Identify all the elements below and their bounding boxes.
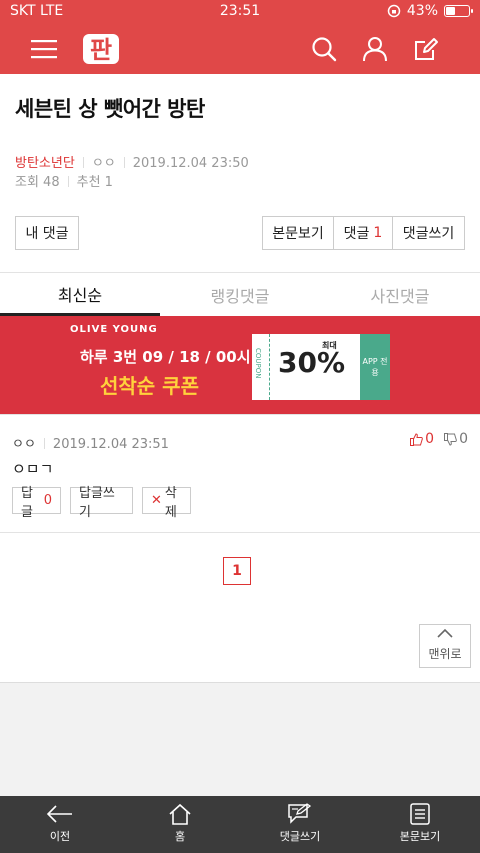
home-icon bbox=[169, 803, 191, 825]
post-title: 세븐틴 상 뺏어간 방탄 bbox=[15, 97, 205, 121]
ad-headline: 하루 3번 09 / 18 / 00시 ! bbox=[80, 348, 263, 366]
post-category[interactable]: 방탄소년단 bbox=[15, 156, 75, 171]
battery-icon bbox=[444, 5, 473, 17]
thumbs-up-icon bbox=[410, 432, 423, 446]
post-meta: 방탄소년단 ㅇㅇ 2019.12.04 23:50 bbox=[15, 152, 249, 171]
divider bbox=[0, 272, 480, 273]
search-icon bbox=[312, 37, 337, 62]
coupon-graphic: COUPON 최대 30% APP 전용 bbox=[252, 334, 390, 400]
comment-author: ㅇㅇ bbox=[12, 437, 36, 452]
comment-datetime: 2019.12.04 23:51 bbox=[52, 437, 169, 452]
nav-back[interactable]: 이전 bbox=[0, 796, 120, 853]
status-right: 43% bbox=[387, 3, 473, 19]
comment-tabs: 최신순 랭킹댓글 사진댓글 bbox=[0, 274, 480, 316]
tab-photo[interactable]: 사진댓글 bbox=[320, 274, 480, 316]
search-button[interactable] bbox=[304, 24, 344, 74]
logo-text: 판 bbox=[90, 36, 112, 64]
app-header: 판 bbox=[0, 24, 480, 74]
comments-count: 1 bbox=[373, 225, 383, 241]
chevron-up-icon bbox=[420, 625, 470, 645]
post-stats: 조회 48 추천 1 bbox=[15, 171, 113, 190]
comment-votes: 0 0 bbox=[410, 431, 468, 447]
like-button[interactable]: 0 bbox=[410, 431, 434, 447]
reply-count: 0 bbox=[43, 493, 52, 508]
to-top-button[interactable]: 맨위로 bbox=[419, 624, 471, 668]
post-recommends: 추천 1 bbox=[76, 175, 113, 190]
comment-meta: ㅇㅇ 2019.12.04 23:51 bbox=[12, 433, 169, 452]
menu-icon bbox=[31, 40, 57, 59]
post-datetime: 2019.12.04 23:50 bbox=[132, 156, 249, 171]
my-comments-button[interactable]: 내 댓글 bbox=[15, 216, 79, 250]
page-number-current[interactable]: 1 bbox=[223, 557, 251, 585]
reply-button[interactable]: 답글 0 bbox=[12, 486, 61, 520]
back-arrow-icon bbox=[46, 805, 72, 823]
my-page-button[interactable] bbox=[355, 24, 395, 74]
nav-write-comment[interactable]: 댓글쓰기 bbox=[240, 796, 360, 853]
ad-brand: OLIVE YOUNG bbox=[70, 324, 158, 335]
ad-banner[interactable]: OLIVE YOUNG 하루 3번 09 / 18 / 00시 ! 선착순 쿠폰… bbox=[0, 316, 480, 414]
comment-write-icon bbox=[288, 803, 312, 824]
tab-ranking[interactable]: 랭킹댓글 bbox=[160, 274, 320, 316]
post-views: 조회 48 bbox=[15, 175, 60, 190]
rotation-lock-icon bbox=[387, 4, 401, 18]
nav-home[interactable]: 홈 bbox=[120, 796, 240, 853]
nav-view-post[interactable]: 본문보기 bbox=[360, 796, 480, 853]
write-comment-button[interactable]: 댓글쓰기 bbox=[392, 216, 465, 250]
battery-percent: 43% bbox=[406, 3, 438, 19]
footer-area bbox=[0, 682, 480, 796]
write-reply-button[interactable]: 답글쓰기 bbox=[70, 486, 133, 520]
close-icon: ✕ bbox=[151, 493, 162, 508]
comment-body: ㅇㅁㄱ bbox=[12, 460, 54, 478]
divider bbox=[0, 414, 480, 415]
coupon-percent: 30% bbox=[278, 346, 346, 379]
bottom-nav: 이전 홈 댓글쓰기 본문보기 bbox=[0, 796, 480, 853]
document-icon bbox=[410, 803, 430, 825]
delete-button[interactable]: ✕ 삭제 bbox=[142, 486, 191, 520]
user-icon bbox=[363, 37, 387, 62]
pann-logo[interactable]: 판 bbox=[80, 31, 122, 67]
divider bbox=[0, 532, 480, 533]
thumbs-down-icon bbox=[444, 432, 457, 446]
edit-icon bbox=[415, 38, 438, 60]
menu-button[interactable] bbox=[24, 24, 64, 74]
view-post-button[interactable]: 본문보기 bbox=[262, 216, 334, 250]
post-author: ㅇㅇ bbox=[91, 156, 116, 171]
tab-latest[interactable]: 최신순 bbox=[0, 274, 160, 316]
logo-mark: 판 bbox=[83, 34, 119, 64]
dislike-button[interactable]: 0 bbox=[444, 431, 468, 447]
coupon-app-only: APP 전용 bbox=[360, 334, 390, 400]
comments-button[interactable]: 댓글 1 bbox=[333, 216, 393, 250]
write-button[interactable] bbox=[406, 24, 446, 74]
ad-subheadline: 선착순 쿠폰 bbox=[100, 374, 199, 398]
status-bar: SKT LTE 23:51 43% bbox=[0, 0, 480, 24]
